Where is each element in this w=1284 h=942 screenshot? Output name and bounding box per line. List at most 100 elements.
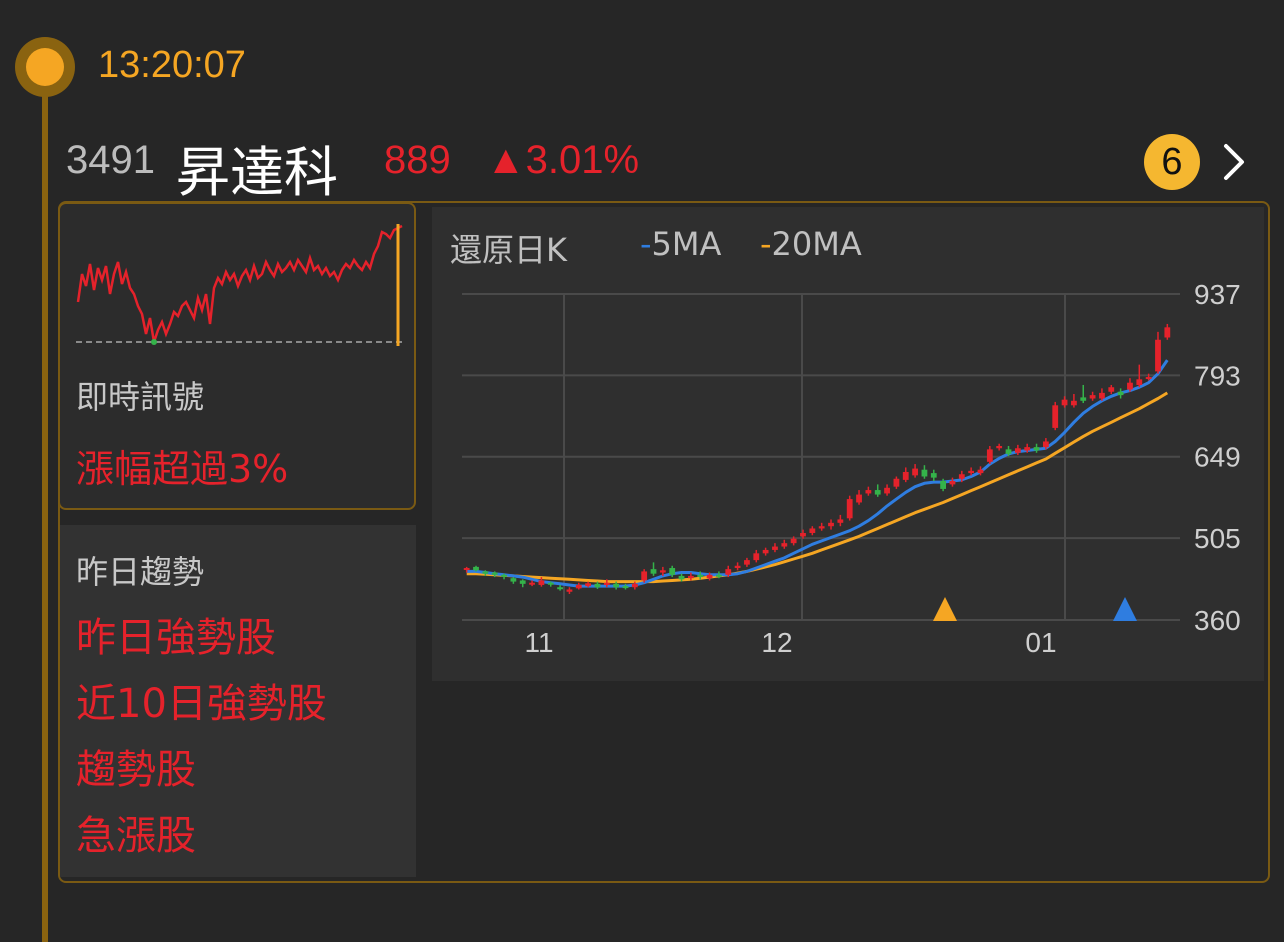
candle-body (986, 449, 993, 462)
candle-body (1127, 382, 1133, 390)
x-tick-label: 01 (1025, 627, 1056, 658)
trend-tag[interactable]: 昨日強勢股 (76, 609, 327, 675)
candle-body (697, 574, 704, 578)
y-tick-label: 937 (1194, 279, 1241, 310)
candle-body (463, 568, 470, 571)
candle-body (501, 574, 507, 577)
candle-body (557, 587, 563, 590)
candle-body (706, 574, 713, 579)
trend-tag[interactable]: 急漲股 (76, 807, 327, 873)
candle-body (491, 572, 498, 575)
candle-body (772, 546, 778, 550)
candle-body (631, 583, 638, 588)
candle-body (912, 468, 918, 476)
candle-body (1061, 399, 1068, 406)
candle-body (1052, 405, 1059, 428)
candle-body (1145, 377, 1152, 380)
candle-body (1005, 449, 1012, 454)
candle-body (921, 469, 928, 477)
timeline-line (42, 70, 48, 942)
x-tick-label: 11 (524, 627, 553, 658)
kline-chart-panel[interactable]: 還原日K -5MA -20MA 937 793 649 505 360 11 12 01 (432, 207, 1264, 681)
candle-body (725, 569, 732, 575)
candle-body (594, 583, 601, 588)
candle-body (1136, 379, 1143, 385)
candle-body (482, 571, 489, 574)
candle-body (809, 528, 816, 533)
candle-body (519, 580, 526, 584)
candle-body (940, 481, 947, 489)
y-tick-label: 793 (1194, 360, 1241, 391)
candle-body (687, 575, 694, 579)
trend-panel: 昨日趨勢 昨日強勢股 近10日強勢股 趨勢股 急漲股 (60, 525, 416, 877)
candle-body (1155, 339, 1161, 372)
realtime-signal-panel: 即時訊號 漲幅超過3% (58, 202, 416, 510)
buy-marker-icon (933, 597, 957, 621)
candle-body (884, 487, 890, 494)
candle-body (1117, 391, 1124, 396)
candle-body (622, 586, 629, 589)
candle-body (874, 490, 881, 495)
intraday-sparkline (76, 224, 403, 346)
candle-body (781, 543, 788, 547)
candle-body (473, 566, 479, 571)
x-tick-label: 12 (761, 627, 792, 658)
y-tick-label: 505 (1194, 523, 1241, 554)
candle-body (753, 553, 760, 561)
candle-body (790, 538, 797, 544)
candle-body (1089, 395, 1096, 399)
candle-body (949, 481, 956, 485)
ma20-line (466, 391, 1169, 584)
y-tick-label: 649 (1194, 442, 1241, 473)
count-badge[interactable]: 6 (1144, 134, 1200, 190)
candle-body (566, 589, 573, 592)
candlestick-chart: 937 793 649 505 360 11 12 01 (462, 279, 1241, 658)
candle-body (1108, 387, 1115, 392)
y-tick-label: 360 (1194, 605, 1241, 636)
candle-body (538, 580, 545, 585)
candle-body (1042, 441, 1049, 448)
candle-body (669, 568, 676, 575)
timeline-dot-inner (26, 48, 64, 86)
candle-body (828, 522, 834, 527)
candle-body (958, 474, 965, 479)
candle-body (529, 582, 535, 585)
timestamp: 13:20:07 (98, 44, 246, 86)
chevron-right-icon[interactable] (1220, 130, 1250, 201)
stock-header[interactable]: 3491 昇達科 889 ▲3.01% 6 (66, 128, 1256, 204)
candle-body (678, 575, 685, 580)
stock-name: 昇達科 (176, 141, 338, 204)
candle-body (510, 578, 517, 582)
candle-body (650, 569, 657, 574)
candle-body (659, 570, 666, 573)
candle-body (893, 478, 900, 487)
candle-body (1099, 392, 1105, 399)
candle-body (837, 519, 844, 523)
candle-body (547, 582, 554, 585)
candle-body (977, 469, 984, 474)
price-change: ▲3.01% (486, 138, 640, 182)
timeline-dot (15, 37, 75, 97)
candle-body (902, 471, 909, 480)
candle-body (1080, 397, 1087, 401)
candle-body (1164, 327, 1171, 338)
candle-body (744, 560, 750, 565)
stock-price: 889 (384, 138, 451, 182)
sell-marker-icon (1113, 597, 1137, 621)
candle-body (762, 549, 769, 554)
candle-body (716, 574, 722, 577)
candle-body (1014, 448, 1021, 453)
candle-body (613, 583, 620, 588)
candle-body (996, 445, 1003, 449)
stock-code: 3491 (66, 138, 155, 182)
candle-body (734, 565, 741, 569)
trend-tag[interactable]: 近10日強勢股 (76, 675, 327, 741)
candle-body (818, 526, 825, 529)
trend-tag[interactable]: 趨勢股 (76, 741, 327, 807)
signal-label: 即時訊號 (76, 378, 205, 416)
candle-body (585, 583, 592, 587)
candle-body (856, 494, 862, 503)
candle-body (575, 584, 582, 589)
candle-body (968, 470, 975, 474)
candle-body (865, 490, 872, 494)
